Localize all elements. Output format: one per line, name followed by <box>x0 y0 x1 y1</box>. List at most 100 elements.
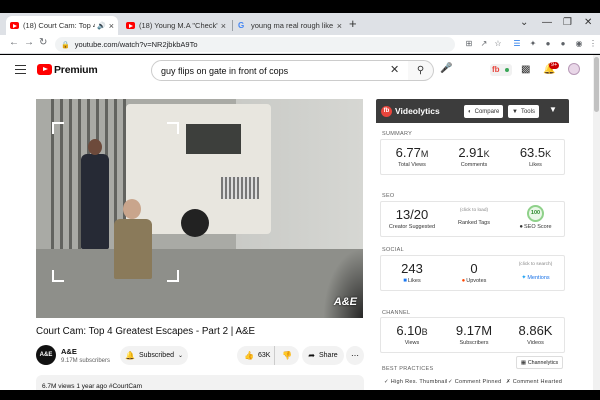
search-button[interactable]: ⚲ <box>408 60 434 81</box>
dislike-button[interactable]: 👎 <box>275 351 299 360</box>
kebab-menu-icon[interactable]: ⋮ <box>588 39 598 49</box>
twitter-mentions-stat[interactable]: (click to search) ✦Mentions <box>505 256 566 290</box>
more-actions-button[interactable]: ⋯ <box>346 346 364 365</box>
stat-label: Videos <box>527 340 544 346</box>
stat-label: Ranked Tags <box>457 220 490 226</box>
share-page-icon[interactable]: ↗ <box>479 39 489 49</box>
seo-card: 13/20 Creator Suggested (click to load) … <box>380 201 565 237</box>
maximize-icon[interactable]: ❐ <box>563 17 572 28</box>
channel-heading: CHANNEL <box>382 310 411 316</box>
clear-search-icon[interactable]: ✕ <box>390 63 399 76</box>
creator-suggested-stat: 13/20 Creator Suggested <box>381 202 443 236</box>
chevron-down-icon: ⌄ <box>177 353 184 359</box>
channel-subscriber-count: 9.17M subscribers <box>61 358 111 364</box>
tools-icon: ▼ <box>512 108 518 115</box>
channel-avatar[interactable]: A&E <box>36 345 56 365</box>
compare-button[interactable]: ◐ Compare <box>464 105 504 118</box>
scrollbar-thumb[interactable] <box>594 57 599 112</box>
channelytics-button[interactable]: ▦ Channelytics <box>516 356 563 369</box>
microphone-icon[interactable]: 🎤 <box>440 63 452 74</box>
speaker-icon[interactable]: 🔊 <box>97 22 106 30</box>
channel-name[interactable]: A&E <box>61 347 77 356</box>
youtube-logo-icon[interactable] <box>37 64 52 75</box>
vidiq-icon: ● <box>519 224 524 230</box>
search-icon: ⚲ <box>416 65 425 76</box>
video-frame-bus-windshield <box>186 124 241 154</box>
forward-icon[interactable]: → <box>24 37 34 48</box>
video-player[interactable]: A&E <box>36 99 363 318</box>
reddit-upvotes-stat: 0 ●Upvotes <box>443 256 505 290</box>
ellipsis-icon: ⋯ <box>351 351 359 360</box>
browser-tab-court-cam[interactable]: (18) Court Cam: Top 4 Greate 🔊 × <box>6 16 118 35</box>
profile-icon[interactable]: ● <box>558 39 568 49</box>
channel-videos-stat: 8.86K Videos <box>505 318 566 352</box>
close-window-icon[interactable]: ✕ <box>584 17 592 28</box>
youtube-premium-brand[interactable]: Premium <box>54 64 98 76</box>
bell-icon: 🔔 <box>124 351 135 360</box>
channel-card: 6.10B Views 9.17M Subscribers 8.86K Vide… <box>380 317 565 353</box>
tab-search-icon[interactable]: ⌄ <box>520 17 528 28</box>
vidiq-extension-button[interactable] <box>490 64 512 76</box>
create-video-icon[interactable]: ▩ <box>521 64 530 75</box>
browser-tab-google-search[interactable]: G young ma real rough like beards × <box>234 16 346 35</box>
extension-icon[interactable]: ☰ <box>512 39 522 49</box>
share-label: Share <box>319 352 338 359</box>
stat-label: Comments <box>460 162 488 168</box>
ranked-tags-stat[interactable]: (click to load) Ranked Tags <box>443 202 505 236</box>
browser-toolbar: ← → ↻ 🔒 youtube.com/watch?v=NR2jbkbA9To … <box>0 35 600 54</box>
new-tab-button[interactable]: + <box>349 17 357 31</box>
like-button[interactable]: 👍 63K <box>237 346 275 365</box>
focus-frame-overlay <box>52 122 179 282</box>
puzzle-icon[interactable]: ✦ <box>528 39 538 49</box>
compare-icon: ◐ <box>468 108 472 115</box>
minimize-icon[interactable]: — <box>542 17 552 28</box>
address-bar[interactable]: 🔒 youtube.com/watch?v=NR2jbkbA9To <box>55 37 455 52</box>
best-practice-item: ✗ Comment Hearted <box>506 379 563 385</box>
channel-watermark[interactable]: A&E <box>334 296 357 308</box>
video-frame-bus-grille <box>221 177 259 199</box>
summary-heading: SUMMARY <box>382 131 413 137</box>
videolytics-logo-icon: fb <box>381 106 392 117</box>
stat-value: 8.86K <box>518 323 553 338</box>
thumbs-down-icon: 👎 <box>282 351 292 360</box>
likes-stat: 63.5K Likes <box>505 140 566 174</box>
channel-subscribers-stat: 9.17M Subscribers <box>443 318 505 352</box>
extension-red-icon[interactable]: ● <box>543 39 553 49</box>
tab-label: (18) Young M.A "Check" Freestyle <box>139 21 218 30</box>
click-to-search-hint: (click to search) <box>518 262 553 267</box>
videolytics-title: Videolytics <box>395 106 440 116</box>
bookmark-star-icon[interactable]: ☆ <box>493 39 503 49</box>
social-card: 243 ■Likes 0 ●Upvotes (click to search) … <box>380 255 565 291</box>
seo-score-ring: 100 <box>527 205 544 222</box>
hamburger-menu-icon[interactable] <box>15 65 26 74</box>
seo-heading: SEO <box>382 193 395 199</box>
reload-icon[interactable]: ↻ <box>39 37 47 48</box>
stat-value: 13/20 <box>395 207 429 222</box>
tools-label: Tools <box>520 108 535 115</box>
facebook-likes-stat: 243 ■Likes <box>381 256 443 290</box>
avatar-icon[interactable]: ◉ <box>574 39 584 49</box>
subscribed-button[interactable]: 🔔 Subscribed ⌄ <box>120 346 188 365</box>
install-icon[interactable]: ⊞ <box>464 39 474 49</box>
description-box[interactable]: 6.7M views 1 year ago #CourtCam <box>36 375 364 390</box>
account-avatar[interactable] <box>568 63 580 75</box>
close-icon[interactable]: × <box>337 21 342 31</box>
tools-button[interactable]: ▼ Tools <box>508 105 539 118</box>
search-input[interactable]: guy flips on gate in front of cops <box>151 60 409 81</box>
close-icon[interactable]: × <box>109 21 114 31</box>
close-icon[interactable]: × <box>221 21 226 31</box>
stat-label: ●SEO Score <box>519 224 552 230</box>
stat-value: 243 <box>401 261 423 276</box>
stat-label: Total Views <box>398 162 426 168</box>
focus-corner <box>167 122 179 134</box>
page-scrollbar[interactable] <box>593 55 600 390</box>
comments-stat: 2.91K Comments <box>443 140 505 174</box>
collapse-caret-icon[interactable]: ▼ <box>549 105 557 114</box>
share-button[interactable]: ➦ Share <box>302 346 344 365</box>
browser-tab-young-ma[interactable]: (18) Young M.A "Check" Freestyle × <box>122 16 230 35</box>
stat-label: Subscribers <box>459 340 489 346</box>
screen: (18) Court Cam: Top 4 Greate 🔊 × (18) Yo… <box>0 0 600 400</box>
video-title: Court Cam: Top 4 Greatest Escapes - Part… <box>36 326 256 337</box>
stat-value: 63.5K <box>519 145 552 160</box>
back-icon[interactable]: ← <box>9 37 19 48</box>
